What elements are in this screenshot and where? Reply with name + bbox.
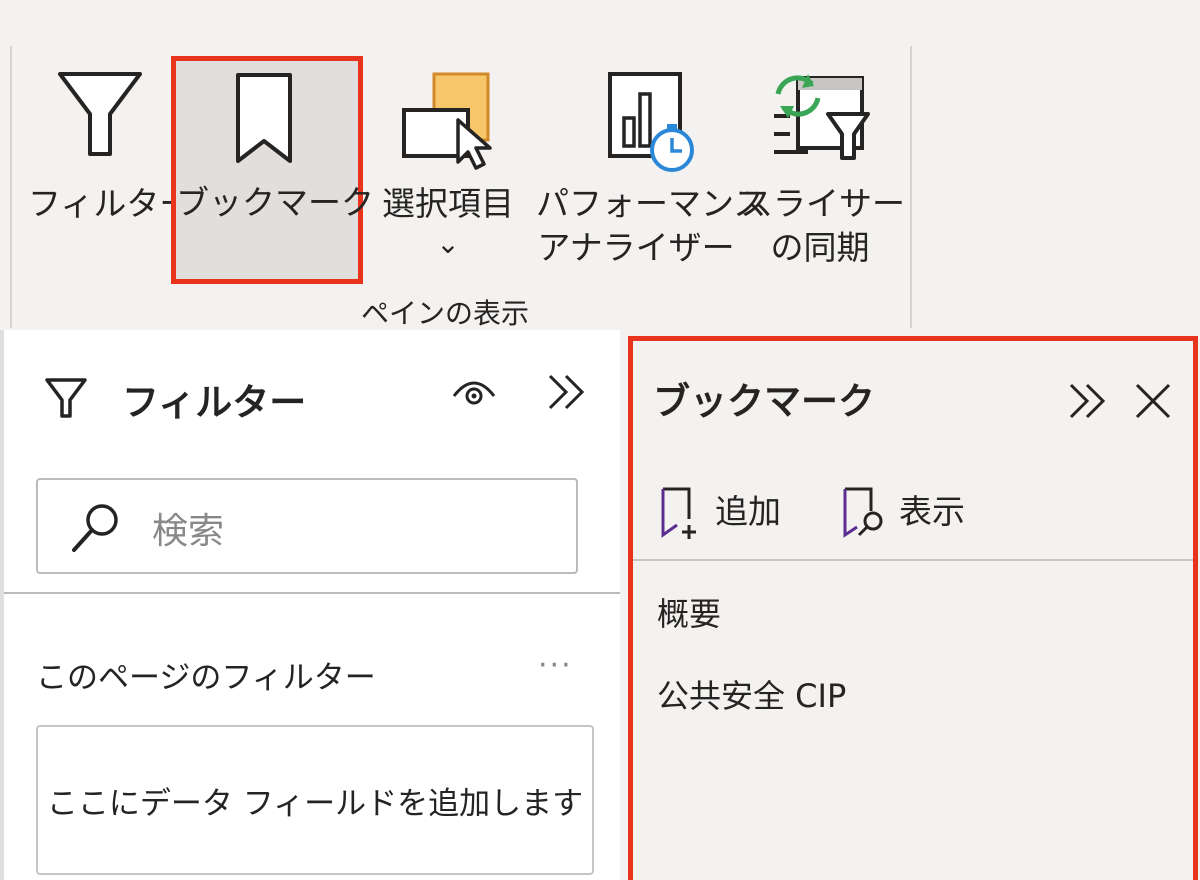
filter-pane-button[interactable]: フィルター — [28, 56, 193, 284]
ribbon-group-label: ペインの表示 — [360, 297, 529, 330]
filter-pane-left-border — [0, 330, 4, 880]
bookmark-button-label: ブックマーク — [176, 183, 374, 222]
bookmark-item[interactable]: 公共安全 CIP — [657, 671, 846, 717]
bookmark-pane-divider — [633, 559, 1193, 561]
double-chevron-right-icon[interactable] — [546, 372, 588, 412]
page-filters-title: このページのフィルター — [36, 660, 376, 696]
selection-pane-icon — [400, 70, 500, 170]
filter-button-label: フィルター — [28, 184, 193, 223]
drop-zone-text: ここにデータ フィールドを追加します — [46, 785, 584, 822]
filter-pane-divider — [4, 592, 620, 594]
close-icon[interactable] — [1133, 381, 1173, 421]
performance-button-label-line1: パフォーマンス — [536, 184, 767, 223]
eye-icon[interactable] — [450, 374, 498, 410]
ribbon: フィルター ブックマーク 選択項目 ⌄ パフォーマンス アナライザー スライサー… — [0, 0, 1200, 330]
view-bookmark-button[interactable]: 表示 — [841, 481, 991, 539]
search-placeholder: 検索 — [152, 511, 225, 552]
performance-analyzer-icon — [606, 70, 702, 174]
view-bookmark-label: 表示 — [899, 492, 965, 531]
performance-analyzer-button[interactable]: パフォーマンス アナライザー — [536, 56, 767, 284]
filter-pane: フィルター 検索 このページのフィルター ··· ここにデータ フィールドを追加… — [0, 330, 620, 880]
sync-slicers-button[interactable]: スライサー の同期 — [740, 56, 905, 284]
add-data-field-drop-zone[interactable]: ここにデータ フィールドを追加します — [36, 725, 594, 875]
double-chevron-right-icon[interactable] — [1067, 381, 1109, 421]
funnel-icon — [44, 376, 88, 420]
more-options-icon[interactable]: ··· — [538, 648, 573, 683]
bookmark-add-icon — [659, 485, 699, 539]
bookmark-pane-title: ブックマーク — [653, 380, 875, 423]
bookmarks-pane-button[interactable]: ブックマーク — [171, 56, 374, 284]
search-icon — [68, 500, 124, 556]
sync-button-label-line2: の同期 — [770, 228, 870, 267]
ribbon-left-separator — [10, 46, 12, 328]
add-bookmark-label: 追加 — [715, 492, 781, 531]
bookmark-icon — [234, 71, 294, 167]
filter-pane-title: フィルター — [122, 381, 307, 424]
search-input[interactable]: 検索 — [36, 478, 578, 574]
funnel-icon — [56, 68, 144, 160]
bookmark-pane: ブックマーク 追加 表示 概要 公共安全 CIP — [628, 336, 1198, 880]
selection-pane-button[interactable]: 選択項目 ⌄ — [370, 56, 526, 284]
sync-slicers-icon — [768, 64, 878, 170]
bookmark-view-icon — [841, 485, 889, 539]
selection-button-label: 選択項目 — [382, 184, 514, 223]
performance-button-label-line2: アナライザー — [537, 228, 735, 267]
add-bookmark-button[interactable]: 追加 — [659, 481, 809, 539]
bookmark-item[interactable]: 概要 — [657, 589, 721, 635]
chevron-down-icon: ⌄ — [436, 227, 460, 260]
sync-button-label-line1: スライサー — [740, 184, 905, 223]
ribbon-right-separator — [910, 46, 912, 328]
